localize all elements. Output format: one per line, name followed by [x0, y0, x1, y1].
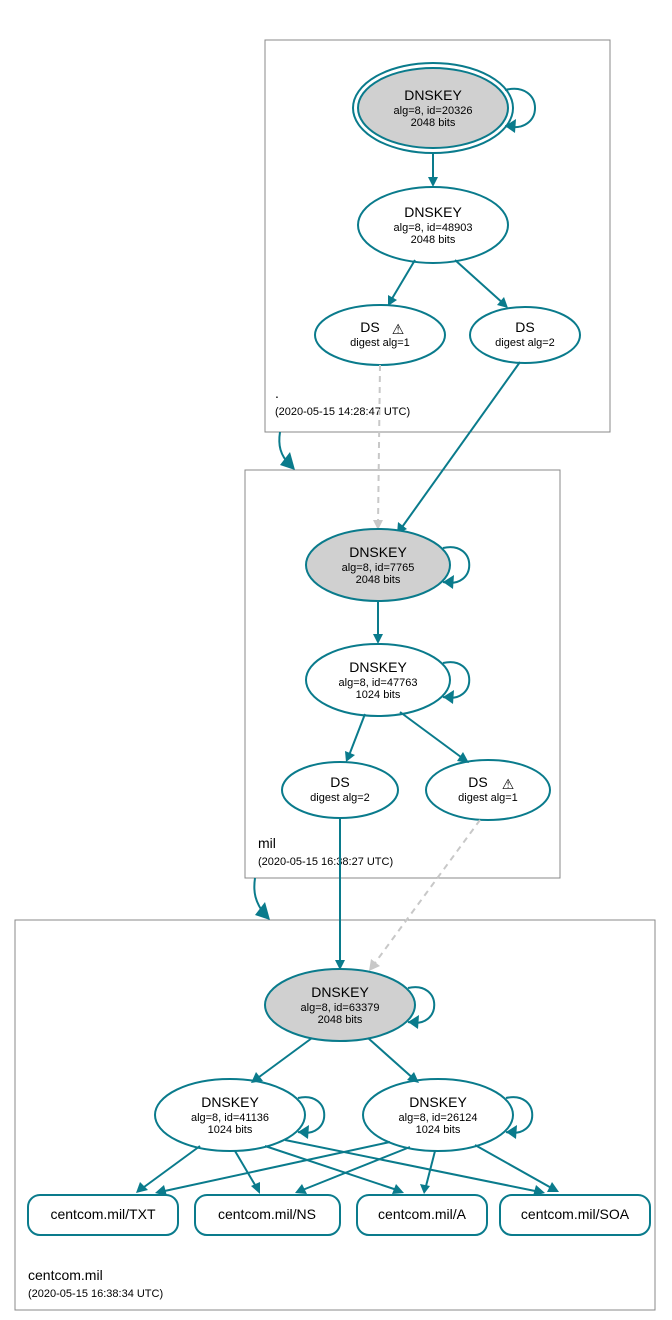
mil-zsk-sub1: alg=8, id=47763	[339, 677, 418, 689]
root-zsk-title: DNSKEY	[404, 204, 462, 220]
mil-ds1-title: DS	[468, 774, 487, 790]
warning-icon: ⚠	[392, 321, 405, 337]
centcom-zsk1-title: DNSKEY	[201, 1094, 259, 1110]
mil-ksk-sub1: alg=8, id=7765	[342, 562, 415, 574]
centcom-zsk2-sub2: 1024 bits	[416, 1124, 461, 1136]
centcom-zsk2-sub1: alg=8, id=26124	[399, 1112, 478, 1124]
root-ksk-sub1: alg=8, id=20326	[394, 105, 473, 117]
mil-ksk-sub2: 2048 bits	[356, 574, 401, 586]
zone-centcom-timestamp: (2020-05-15 16:38:34 UTC)	[28, 1288, 163, 1300]
mil-ds2-node	[282, 762, 398, 818]
mil-ds1-node	[426, 760, 550, 820]
centcom-zsk2-title: DNSKEY	[409, 1094, 467, 1110]
centcom-zsk1-sub1: alg=8, id=41136	[191, 1112, 269, 1124]
centcom-ksk-sub1: alg=8, id=63379	[301, 1002, 380, 1014]
rr-soa-label: centcom.mil/SOA	[521, 1206, 630, 1222]
root-ds1-sub: digest alg=1	[350, 337, 410, 349]
centcom-ksk-title: DNSKEY	[311, 984, 369, 1000]
root-ksk-title: DNSKEY	[404, 87, 462, 103]
mil-zsk-title: DNSKEY	[349, 659, 407, 675]
mil-zsk-sub2: 1024 bits	[356, 689, 401, 701]
zone-root-timestamp: (2020-05-15 14:28:47 UTC)	[275, 406, 410, 418]
warning-icon: ⚠	[502, 776, 515, 792]
dnssec-diagram: DNSKEY alg=8, id=20326 2048 bits DNSKEY …	[0, 0, 672, 1320]
root-ds2-sub: digest alg=2	[495, 337, 555, 349]
root-zsk-sub1: alg=8, id=48903	[394, 222, 473, 234]
rr-a-label: centcom.mil/A	[378, 1206, 467, 1222]
mil-ksk-title: DNSKEY	[349, 544, 407, 560]
zone-mil-timestamp: (2020-05-15 16:38:27 UTC)	[258, 856, 393, 868]
mil-ds2-sub: digest alg=2	[310, 792, 370, 804]
centcom-zsk1-sub2: 1024 bits	[208, 1124, 253, 1136]
zone-centcom-label: centcom.mil	[28, 1267, 103, 1283]
rr-txt-label: centcom.mil/TXT	[50, 1206, 155, 1222]
root-ds1-title: DS	[360, 319, 379, 335]
rr-ns-label: centcom.mil/NS	[218, 1206, 316, 1222]
root-zsk-sub2: 2048 bits	[411, 234, 456, 246]
centcom-ksk-sub2: 2048 bits	[318, 1014, 363, 1026]
root-ksk-sub2: 2048 bits	[411, 117, 456, 129]
mil-ds1-sub: digest alg=1	[458, 792, 518, 804]
root-ds1-node	[315, 305, 445, 365]
zone-mil-label: mil	[258, 835, 276, 851]
zone-root-label: .	[275, 385, 279, 401]
root-ds2-node	[470, 307, 580, 363]
root-ds2-title: DS	[515, 319, 534, 335]
mil-ds2-title: DS	[330, 774, 349, 790]
